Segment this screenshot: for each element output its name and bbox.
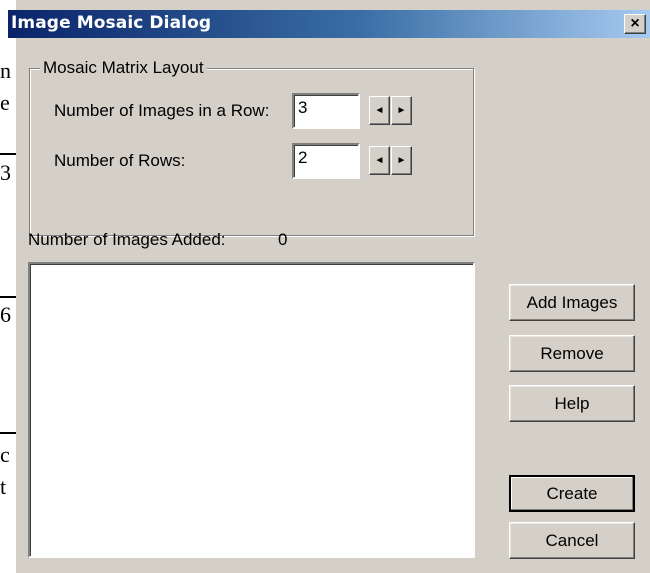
image-mosaic-dialog: Image Mosaic Dialog × Mosaic Matrix Layo… xyxy=(8,0,650,573)
background-document: n e 3 6 c t xyxy=(0,0,16,573)
arrow-right-icon: ► xyxy=(396,154,407,166)
add-images-button[interactable]: Add Images xyxy=(509,284,635,321)
arrow-left-icon: ◄ xyxy=(374,104,385,116)
mosaic-layout-group: Mosaic Matrix Layout Number of Images in… xyxy=(29,58,474,236)
images-per-row-decrement-button[interactable]: ◄ xyxy=(369,96,390,125)
background-text: 3 xyxy=(0,160,11,185)
close-button[interactable]: × xyxy=(624,14,646,34)
images-per-row-input[interactable]: 3 xyxy=(292,93,360,129)
create-button[interactable]: Create xyxy=(509,475,635,512)
rows-increment-button[interactable]: ► xyxy=(391,146,412,175)
images-added-count: 0 xyxy=(278,230,288,249)
remove-button[interactable]: Remove xyxy=(509,335,635,372)
title-bar[interactable]: Image Mosaic Dialog × xyxy=(8,10,650,38)
arrow-left-icon: ◄ xyxy=(374,154,385,166)
images-listbox[interactable] xyxy=(28,262,475,558)
background-rule xyxy=(0,153,16,155)
background-rule xyxy=(0,296,16,298)
images-per-row-increment-button[interactable]: ► xyxy=(391,96,412,125)
background-text: 6 xyxy=(0,302,11,327)
group-legend: Mosaic Matrix Layout xyxy=(40,58,207,78)
cancel-button[interactable]: Cancel xyxy=(509,522,635,559)
background-text: t xyxy=(0,474,7,499)
close-icon: × xyxy=(630,15,640,32)
background-rule xyxy=(0,432,16,434)
images-per-row-label: Number of Images in a Row: xyxy=(54,101,270,120)
background-text: c xyxy=(0,442,10,467)
background-text: n xyxy=(0,58,11,83)
arrow-right-icon: ► xyxy=(396,104,407,116)
help-button[interactable]: Help xyxy=(509,385,635,422)
rows-label: Number of Rows: xyxy=(54,151,186,170)
rows-input[interactable]: 2 xyxy=(292,143,360,179)
dialog-title: Image Mosaic Dialog xyxy=(11,13,212,33)
background-text: e xyxy=(0,90,10,115)
rows-decrement-button[interactable]: ◄ xyxy=(369,146,390,175)
dialog-body: Mosaic Matrix Layout Number of Images in… xyxy=(16,38,650,573)
images-added-label: Number of Images Added: xyxy=(28,230,226,249)
